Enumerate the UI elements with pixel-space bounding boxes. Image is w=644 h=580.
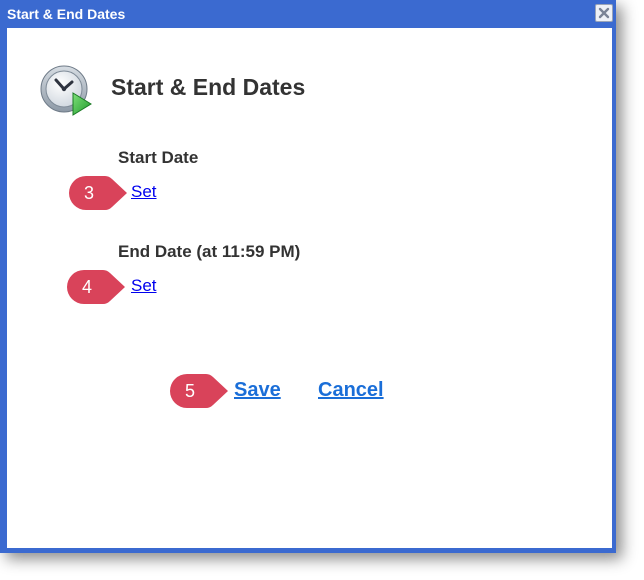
callout-3: 3: [67, 174, 129, 212]
callout-4: 4: [65, 268, 127, 306]
end-date-label: End Date (at 11:59 PM): [118, 242, 301, 261]
page-title: Start & End Dates: [111, 74, 306, 100]
callout-number: 5: [184, 381, 195, 401]
save-button[interactable]: Save: [234, 379, 281, 402]
close-icon: [598, 7, 610, 19]
callout-number: 3: [83, 183, 94, 203]
start-date-set-link[interactable]: Set: [131, 182, 157, 202]
callout-5: 5: [168, 372, 230, 410]
callout-number: 4: [81, 277, 92, 297]
clock-play-icon: [39, 65, 93, 117]
end-date-set-link[interactable]: Set: [131, 276, 157, 296]
cancel-button[interactable]: Cancel: [318, 379, 384, 402]
close-button[interactable]: [595, 4, 613, 22]
start-end-dates-dialog: Start & End Dates Start & End Dates Star…: [0, 0, 616, 553]
start-date-label: Start Date: [118, 148, 199, 167]
dialog-title: Start & End Dates: [7, 6, 126, 22]
dialog-titlebar: Start & End Dates: [0, 0, 616, 28]
dialog-content: Start & End Dates Start Date 3 Set End D…: [7, 28, 612, 548]
